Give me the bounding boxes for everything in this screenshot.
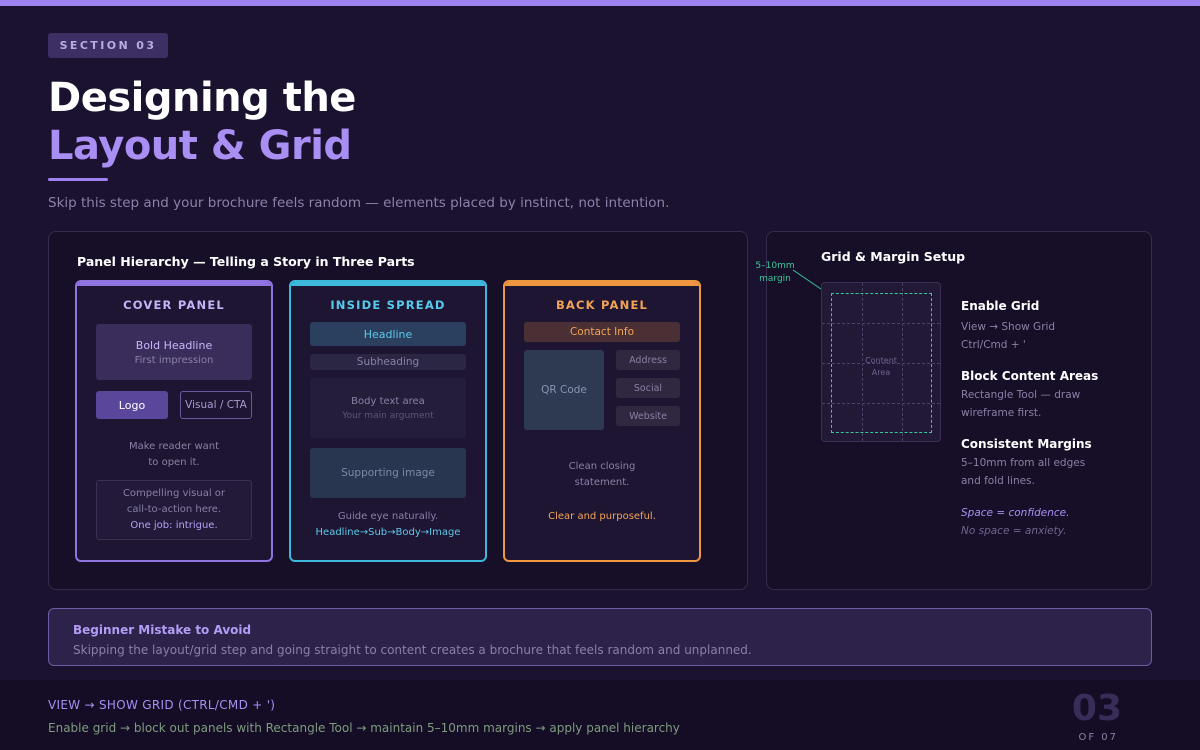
- grid-diagram: Content Area: [821, 282, 941, 442]
- inside-flow: Headline→Sub→Body→Image: [315, 527, 461, 538]
- space-quote-line1: Space = confidence.: [961, 507, 1070, 519]
- cover-panel-accent: [77, 282, 271, 286]
- content-area-label: Content Area: [822, 355, 940, 379]
- page-subtitle: Skip this step and your brochure feels r…: [48, 195, 670, 211]
- step-block-content-title: Block Content Areas: [961, 369, 1099, 383]
- page-of-total: OF 07: [1078, 732, 1118, 743]
- inside-panel-title: INSIDE SPREAD: [330, 298, 446, 312]
- top-accent-bar: [0, 0, 1200, 6]
- visual-cta-block: Visual / CTA: [180, 391, 252, 419]
- contact-info-block: Contact Info: [524, 322, 680, 342]
- back-note-line2: statement.: [574, 477, 630, 488]
- footer-shortcut: VIEW → SHOW GRID (CTRL/CMD + '): [48, 698, 276, 712]
- supporting-image-block: Supporting image: [310, 448, 466, 498]
- inside-panel-accent: [291, 282, 485, 286]
- step-enable-grid-line2: Ctrl/Cmd + ': [961, 339, 1026, 351]
- cover-panel-title: COVER PANEL: [123, 298, 225, 312]
- cover-box-line2: call-to-action here.: [126, 504, 222, 515]
- step-margins-title: Consistent Margins: [961, 437, 1092, 451]
- step-margins-desc: 5–10mm from all edges and fold lines.: [961, 454, 1085, 490]
- space-quote: Space = confidence. No space = anxiety.: [961, 504, 1069, 540]
- qr-code-block: QR Code: [524, 350, 604, 430]
- compelling-visual-box: Compelling visual or call-to-action here…: [96, 480, 252, 540]
- content-area-line2: Area: [871, 368, 891, 377]
- address-block: Address: [616, 350, 680, 370]
- bold-headline-label: Bold Headline: [135, 338, 213, 352]
- body-text-sub: Your main argument: [342, 410, 434, 421]
- website-block: Website: [616, 406, 680, 426]
- grid-margin-heading: Grid & Margin Setup: [821, 249, 966, 264]
- cover-panel: COVER PANEL Bold Headline First impressi…: [75, 280, 273, 562]
- space-quote-line2: No space = anxiety.: [961, 525, 1067, 537]
- step-enable-grid-line1: View → Show Grid: [961, 321, 1056, 333]
- step-enable-grid-title: Enable Grid: [961, 299, 1040, 313]
- cover-box-line1: Compelling visual or: [122, 488, 226, 499]
- footer-steps: Enable grid → block out panels with Rect…: [48, 721, 680, 735]
- cover-note-line2: to open it.: [148, 457, 200, 468]
- social-block: Social: [616, 378, 680, 398]
- page-title-line1: Designing the: [48, 75, 356, 121]
- back-panel-title: BACK PANEL: [555, 298, 649, 312]
- inside-note: Guide eye naturally.: [337, 511, 439, 522]
- mistake-title: Beginner Mistake to Avoid: [73, 623, 252, 637]
- bold-headline-block: Bold Headline First impression: [96, 324, 252, 380]
- step-block-content-desc: Rectangle Tool — draw wireframe first.: [961, 386, 1080, 422]
- inside-subheading-block: Subheading: [310, 354, 466, 370]
- panel-hierarchy-card: Panel Hierarchy — Telling a Story in Thr…: [48, 231, 748, 590]
- margin-pointer-line: [792, 269, 822, 290]
- cover-note-line1: Make reader want: [128, 441, 220, 452]
- body-text-label: Body text area: [351, 395, 425, 407]
- title-underline: [48, 178, 108, 181]
- cover-box-highlight: One job: intrigue.: [130, 520, 218, 531]
- back-panel-accent: [505, 282, 699, 286]
- logo-block: Logo: [96, 391, 168, 419]
- body-text-block: Body text area Your main argument: [310, 378, 466, 438]
- step-block-content-line2: wireframe first.: [961, 407, 1042, 419]
- content-area-line1: Content: [865, 356, 897, 365]
- inside-spread-panel: INSIDE SPREAD Headline Subheading Body t…: [289, 280, 487, 562]
- footer-bar: VIEW → SHOW GRID (CTRL/CMD + ') Enable g…: [0, 680, 1200, 750]
- first-impression-label: First impression: [134, 354, 214, 366]
- page-title-line2: Layout & Grid: [48, 123, 352, 169]
- section-badge: SECTION 03: [48, 33, 168, 58]
- back-note-line1: Clean closing: [568, 461, 636, 472]
- step-block-content-line1: Rectangle Tool — draw: [961, 389, 1081, 401]
- back-panel: BACK PANEL Contact Info QR Code Address …: [503, 280, 701, 562]
- mistake-text: Skipping the layout/grid step and going …: [73, 643, 752, 657]
- page-number: 03: [1071, 688, 1122, 729]
- back-highlight: Clear and purposeful.: [548, 511, 656, 522]
- mistake-callout: Beginner Mistake to Avoid Skipping the l…: [48, 608, 1152, 666]
- step-margins-line2: and fold lines.: [961, 475, 1035, 487]
- step-margins-line1: 5–10mm from all edges: [961, 457, 1086, 469]
- step-enable-grid-desc: View → Show Grid Ctrl/Cmd + ': [961, 318, 1055, 354]
- grid-margin-card: Grid & Margin Setup 5–10mm margin Conten…: [755, 231, 1152, 590]
- panel-hierarchy-heading: Panel Hierarchy — Telling a Story in Thr…: [77, 254, 415, 269]
- inside-headline-block: Headline: [310, 322, 466, 346]
